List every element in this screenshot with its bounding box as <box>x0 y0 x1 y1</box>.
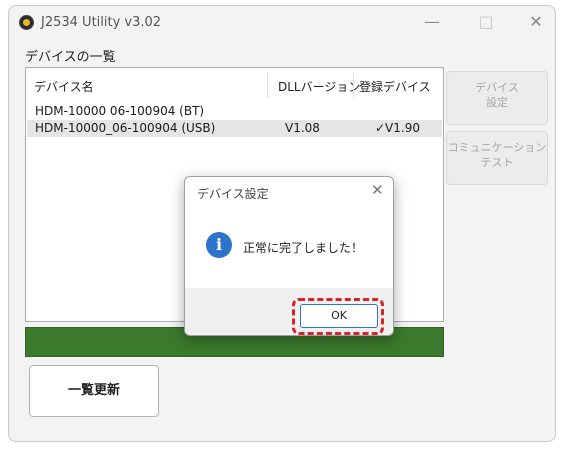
window-title: J2534 Utility v3.02 <box>41 15 162 30</box>
dialog-message: 正常に完了しました！ <box>243 241 364 255</box>
device-settings-dialog: デバイス設定 ✕ i 正常に完了しました！ OK <box>184 176 394 336</box>
registered-device-cell: ✓V1.90 <box>375 121 420 135</box>
dialog-footer: OK <box>185 288 393 335</box>
dialog-title: デバイス設定 <box>197 187 269 201</box>
device-name-cell: HDM-10000 06-100904 (BT) <box>35 104 205 118</box>
column-header-device-name[interactable]: デバイス名 <box>34 78 94 95</box>
ok-button[interactable]: OK <box>300 304 378 328</box>
column-divider[interactable] <box>353 72 354 98</box>
communication-test-button[interactable]: コミュニケーション テスト <box>446 131 548 185</box>
dialog-close-button[interactable]: ✕ <box>371 181 384 199</box>
device-name-cell: HDM-10000_06-100904 (USB) <box>35 121 216 135</box>
close-button[interactable]: ✕ <box>523 10 549 34</box>
title-bar: J2534 Utility v3.02 — □ ✕ <box>9 6 555 40</box>
column-header-dll-version[interactable]: DLLバージョン <box>278 78 360 95</box>
table-row[interactable]: HDM-10000_06-100904 (USB) V1.08 ✓V1.90 <box>27 120 442 137</box>
info-icon: i <box>206 232 232 258</box>
column-divider[interactable] <box>267 72 268 98</box>
device-settings-button[interactable]: デバイス 設定 <box>446 71 548 125</box>
maximize-button[interactable]: □ <box>473 10 499 34</box>
column-header-registered-device[interactable]: 登録デバイス <box>359 78 431 95</box>
dll-version-cell: V1.08 <box>285 121 320 135</box>
table-row[interactable]: HDM-10000 06-100904 (BT) <box>27 103 442 120</box>
refresh-list-button[interactable]: 一覧更新 <box>29 365 159 417</box>
app-logo-icon <box>19 15 34 30</box>
device-list-label: デバイスの一覧 <box>25 50 116 65</box>
minimize-button[interactable]: — <box>419 10 445 34</box>
